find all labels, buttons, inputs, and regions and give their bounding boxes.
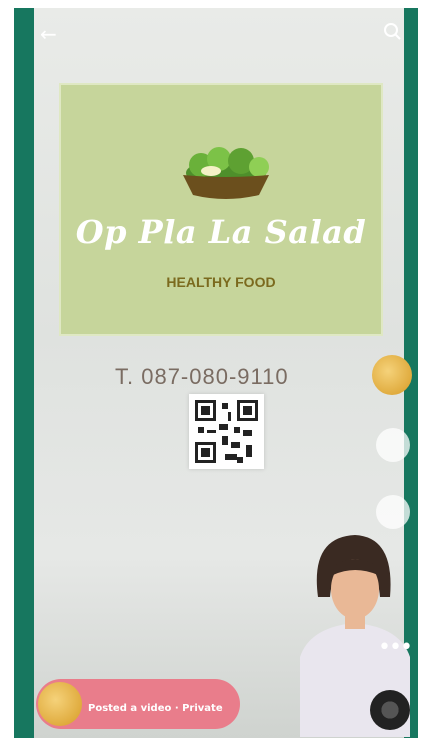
phone-number: T. 087-080-9110 [115, 364, 289, 389]
comment-icon[interactable] [376, 495, 410, 529]
heart-icon[interactable] [376, 428, 410, 462]
search-icon[interactable] [383, 22, 401, 40]
qr-code [189, 394, 264, 469]
brand-name: Op Pla La Salad [75, 213, 367, 251]
more-icon[interactable]: ••• [378, 635, 413, 660]
salad-bowl-icon [183, 147, 269, 199]
brand-card: Op Pla La Salad HEALTHY FOOD [59, 83, 383, 336]
back-arrow-icon[interactable]: ← [40, 24, 58, 44]
notification-text: Posted a video · Private [88, 703, 223, 714]
brand-tagline: HEALTHY FOOD [166, 274, 276, 290]
creator-avatar[interactable] [372, 355, 412, 395]
video-screen: ← Op Pla La Salad HEALTHY FOOD T. 087-08… [0, 0, 423, 745]
notification-avatar [38, 682, 82, 726]
post-notification[interactable]: Posted a video · Private [36, 679, 240, 729]
left-green-bar [14, 8, 34, 738]
music-disc-icon[interactable] [370, 690, 410, 730]
